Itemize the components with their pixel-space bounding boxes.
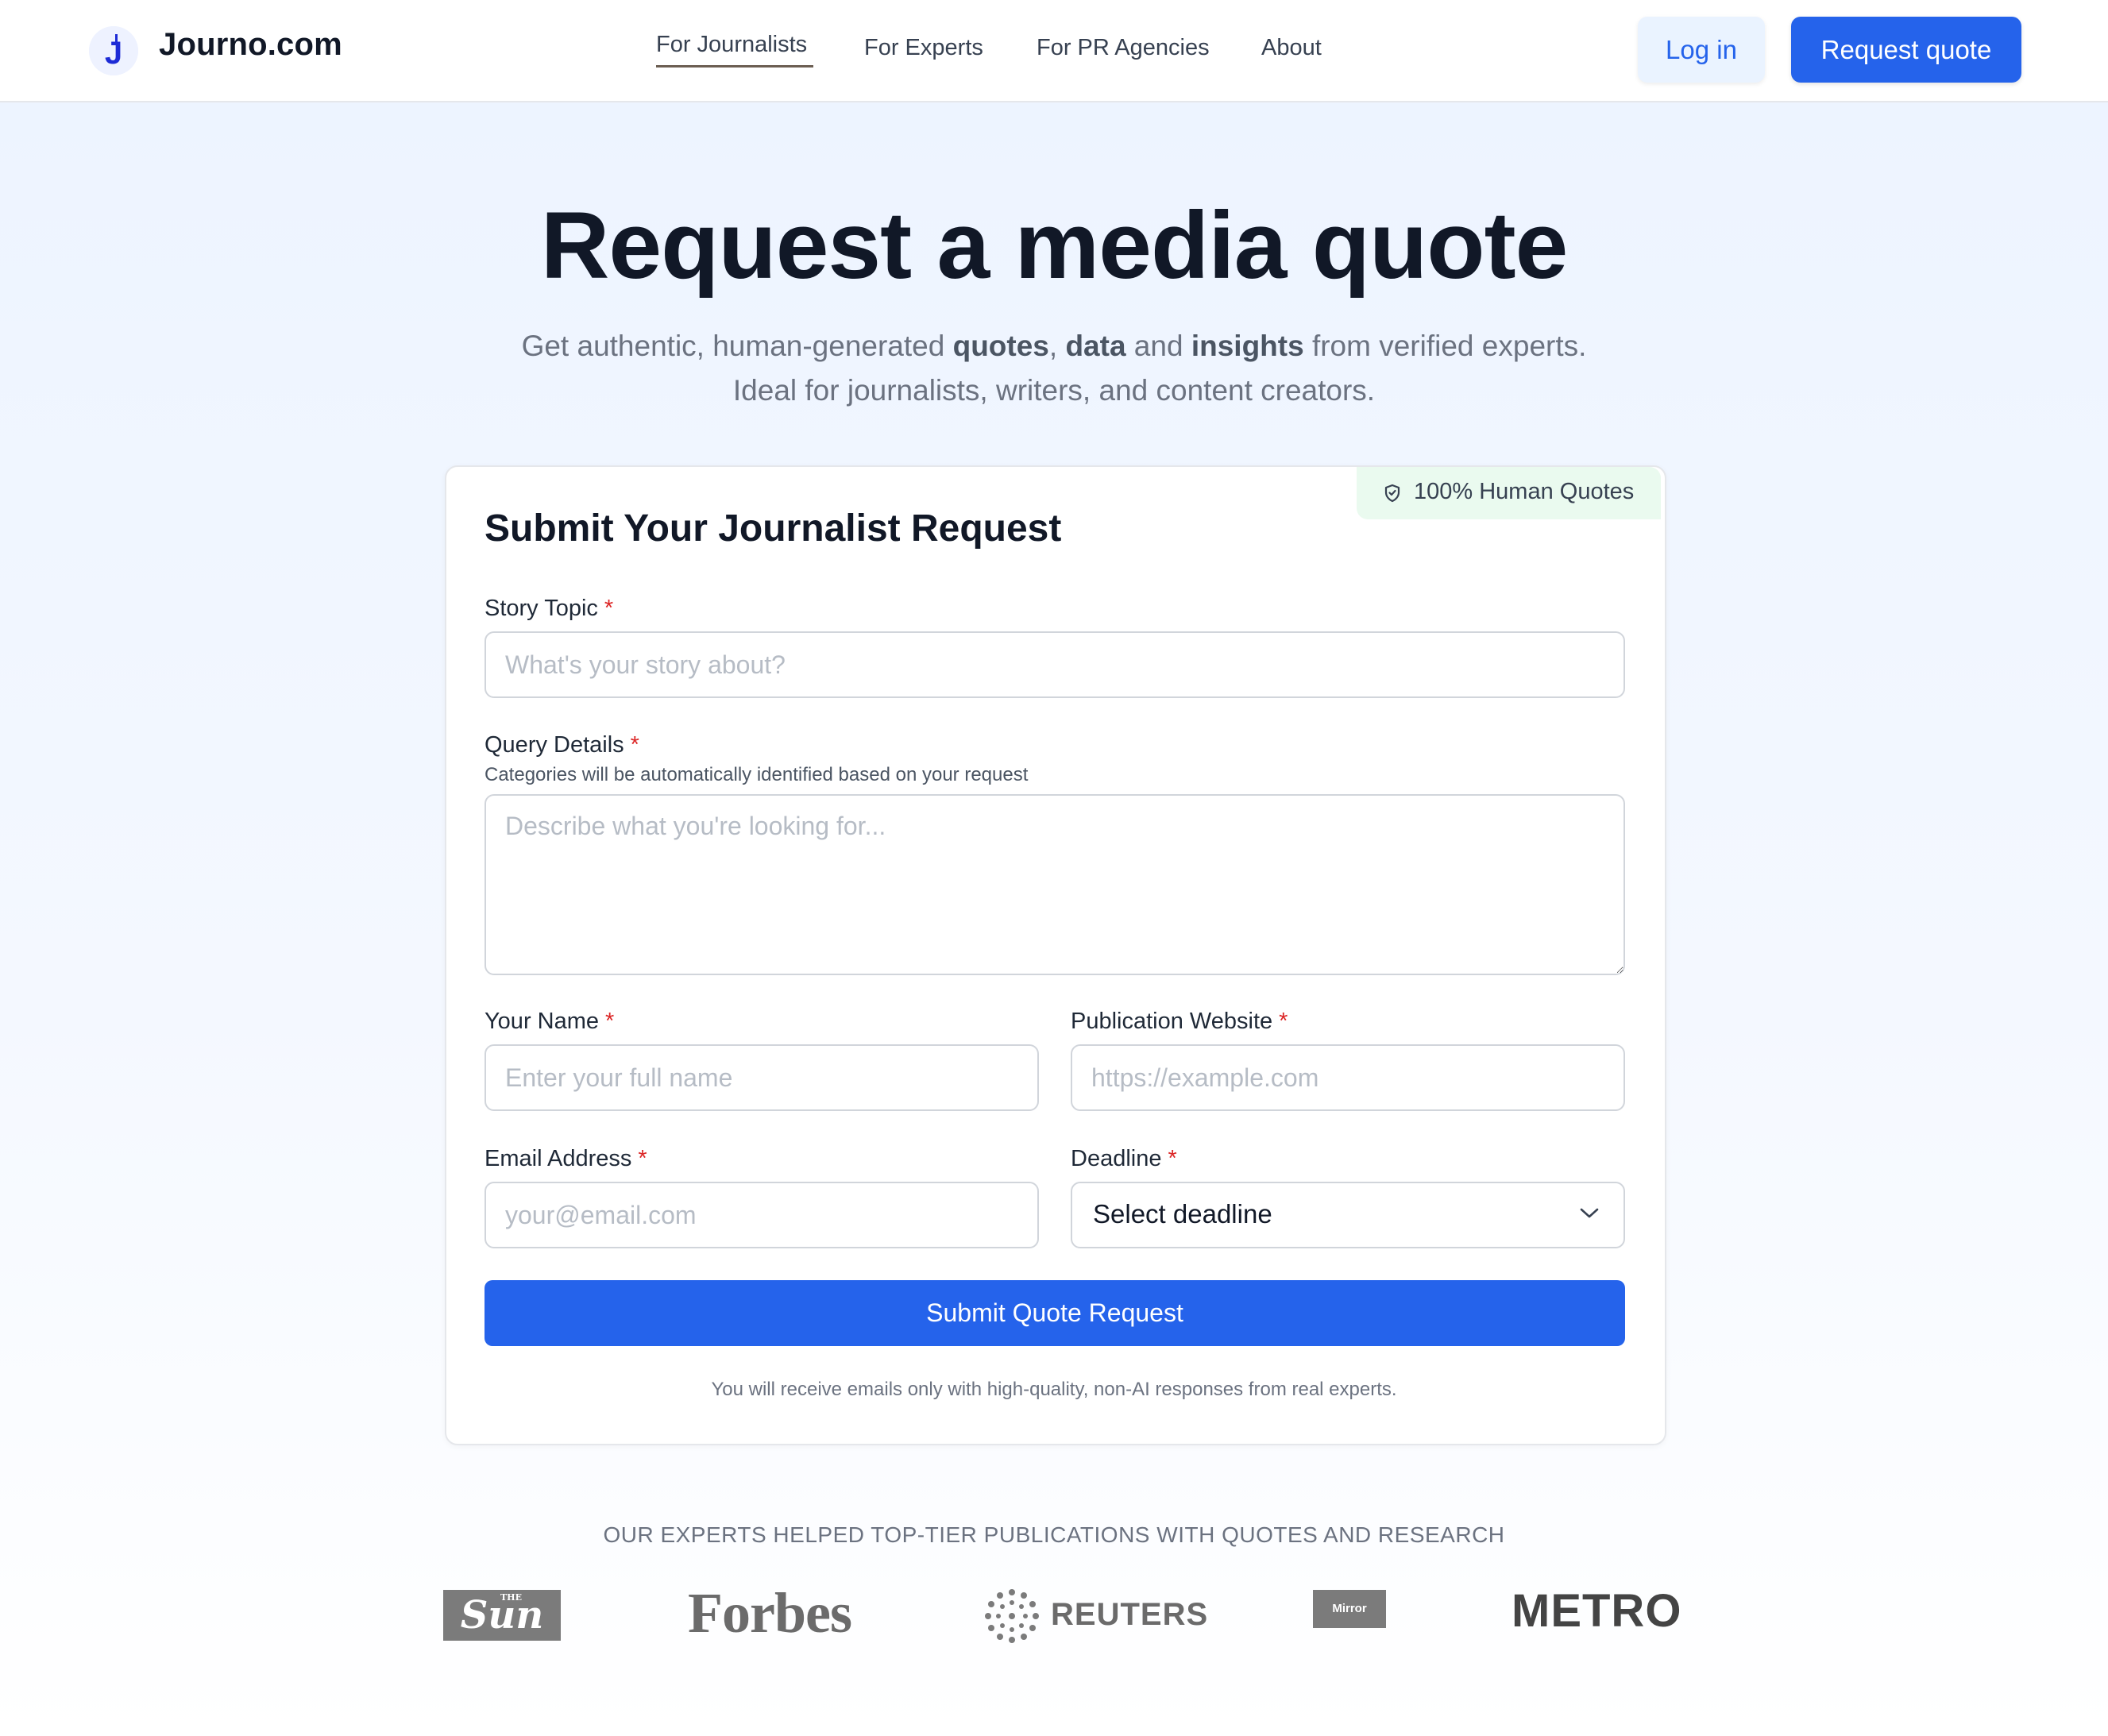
top-nav-bar: J Journo.com For Journalists For Experts… (0, 0, 2108, 102)
your-name-input[interactable] (485, 1044, 1039, 1111)
the-sun-logo: THE Sun (443, 1590, 561, 1641)
query-details-hint: Categories will be automatically identif… (485, 764, 1029, 785)
email-input[interactable] (485, 1182, 1039, 1248)
human-quotes-badge: 100% Human Quotes (1357, 467, 1661, 519)
form-title: Submit Your Journalist Request (485, 507, 1062, 550)
query-details-textarea[interactable] (485, 794, 1625, 975)
shield-check-icon (1384, 484, 1400, 503)
mirror-logo: Mirror (1313, 1590, 1386, 1628)
request-quote-button[interactable]: Request quote (1791, 17, 2021, 83)
nav-about[interactable]: About (1261, 35, 1322, 61)
nav-for-experts[interactable]: For Experts (864, 35, 983, 61)
deadline-label: Deadline * (1071, 1146, 1177, 1171)
nav-for-pr-agencies[interactable]: For PR Agencies (1037, 35, 1210, 61)
badge-text: 100% Human Quotes (1414, 479, 1635, 504)
your-name-label: Your Name * (485, 1009, 615, 1034)
query-details-label: Query Details * (485, 732, 639, 758)
sun-logo-the: THE (500, 1592, 522, 1603)
reuters-logo: REUTERS (1051, 1597, 1209, 1632)
brand-name[interactable]: Journo.com (159, 27, 342, 63)
publications-heading: OUR EXPERTS HELPED TOP-TIER PUBLICATIONS… (603, 1522, 1505, 1547)
story-topic-input[interactable] (485, 631, 1625, 698)
hero-subtitle: Get authentic, human-generated quotes, d… (521, 330, 1587, 407)
publication-website-label: Publication Website * (1071, 1009, 1288, 1034)
publication-website-input[interactable] (1071, 1044, 1625, 1111)
submit-quote-request-button[interactable]: Submit Quote Request (485, 1280, 1625, 1346)
logo-letter: J (105, 36, 122, 71)
story-topic-label: Story Topic * (485, 596, 614, 621)
nav-for-journalists[interactable]: For Journalists (656, 32, 807, 58)
chevron-down-icon (1580, 1208, 1599, 1218)
email-label: Email Address * (485, 1146, 647, 1171)
forbes-logo: Forbes (688, 1581, 852, 1645)
deadline-select[interactable]: Select deadline (1071, 1182, 1625, 1248)
journo-logo-icon[interactable]: J (89, 26, 138, 75)
form-footnote: You will receive emails only with high-q… (711, 1379, 1397, 1400)
page-title: Request a media quote (540, 192, 1569, 299)
nav-active-indicator (656, 65, 813, 68)
login-button[interactable]: Log in (1638, 17, 1765, 83)
reuters-mark-icon (985, 1589, 1039, 1643)
metro-logo: METRO (1512, 1585, 1682, 1637)
deadline-selected-value: Select deadline (1093, 1199, 1272, 1229)
